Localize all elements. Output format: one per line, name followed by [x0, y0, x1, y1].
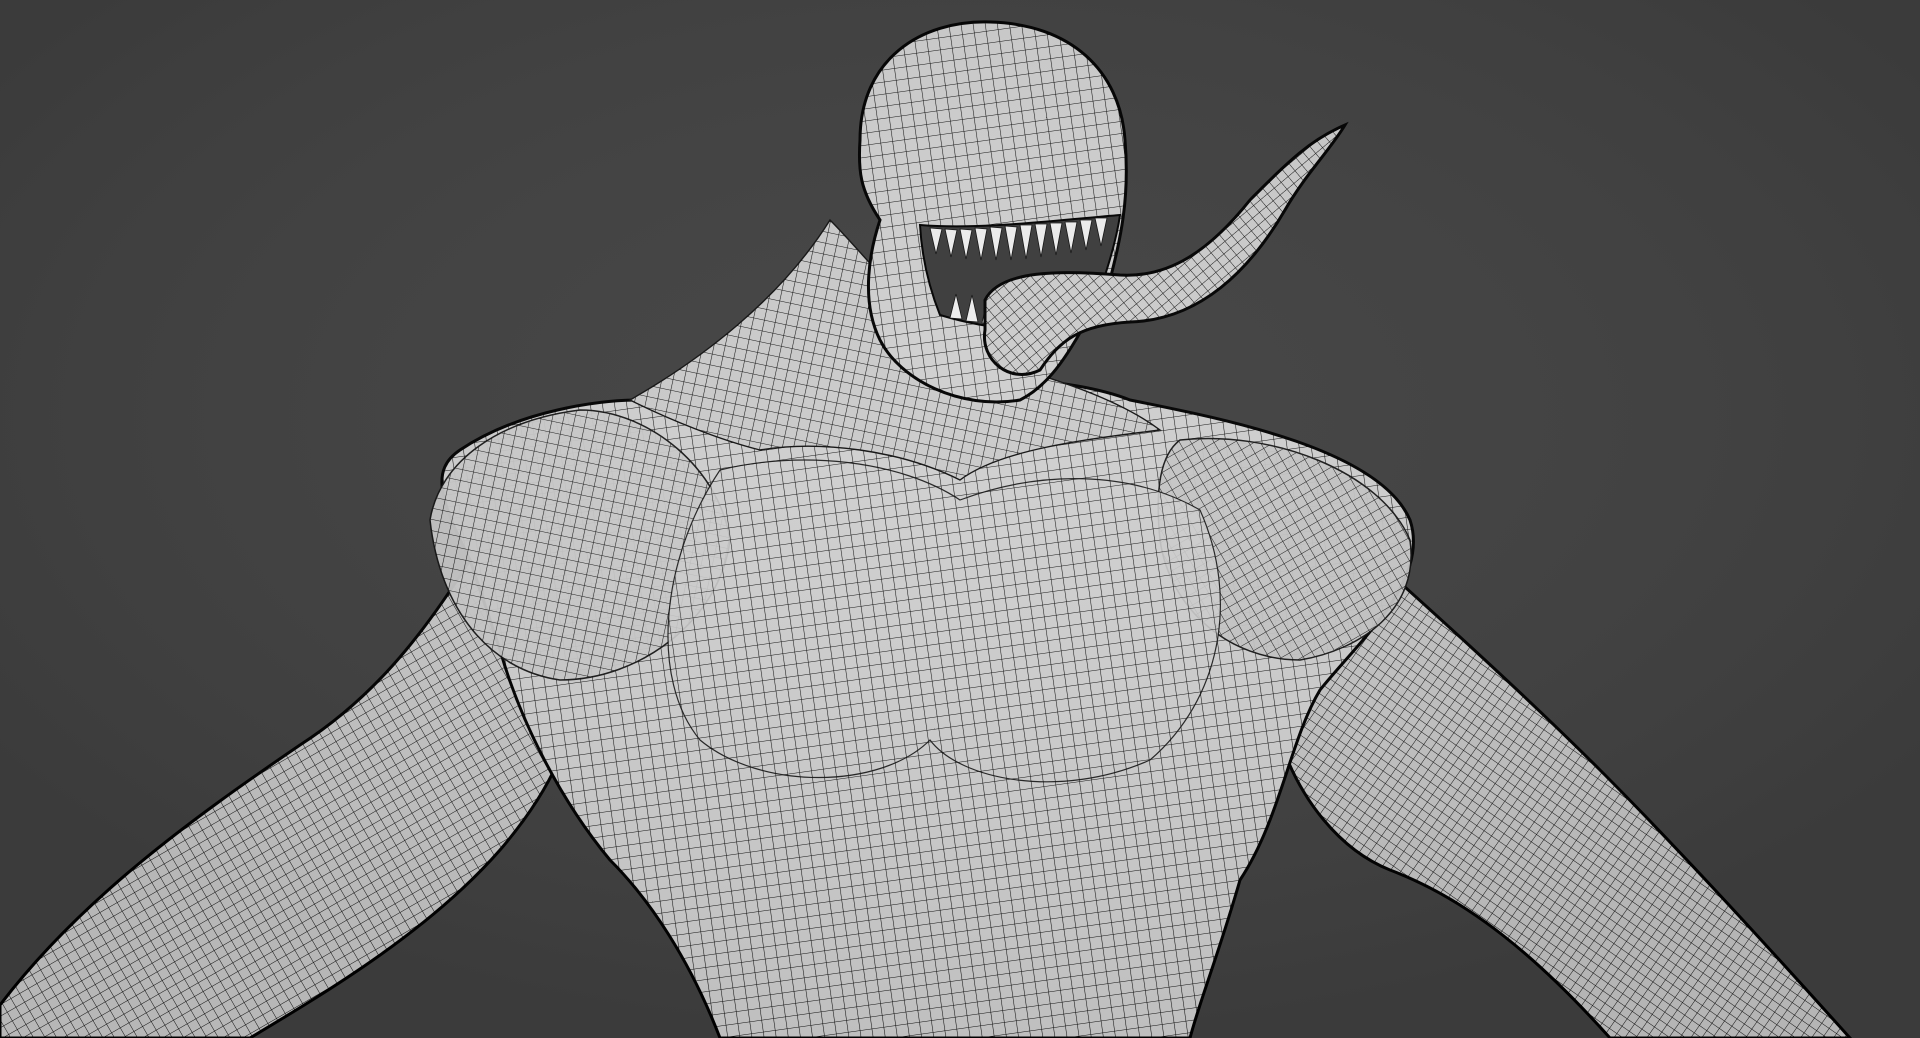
chest-mesh [667, 459, 1221, 783]
3d-viewport[interactable] [0, 0, 1920, 1038]
wireframe-model-render [0, 0, 1920, 1038]
